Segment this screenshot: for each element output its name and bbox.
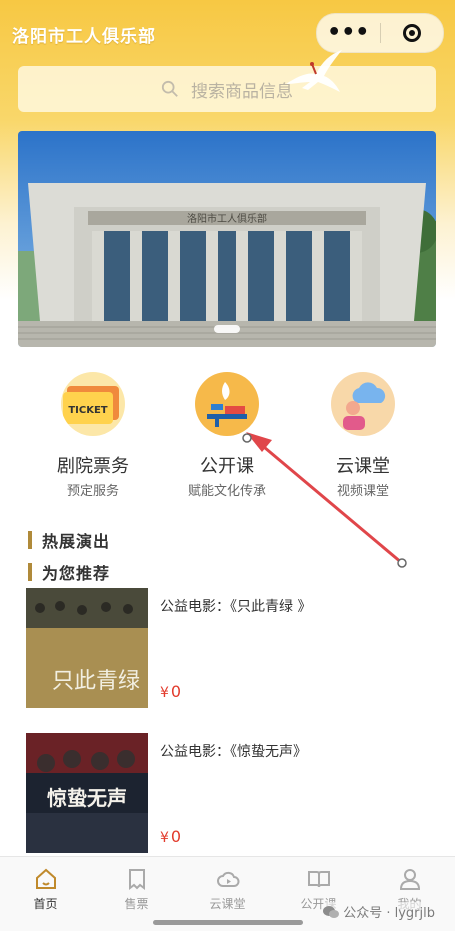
lamp-book-icon	[195, 372, 259, 436]
item-title: 公益电影：《只此青绿 》	[160, 599, 312, 615]
wechat-watermark: 公众号 · lygrjlb	[323, 902, 435, 921]
price-symbol: ¥	[160, 830, 169, 846]
section-recommend: 为您推荐	[28, 560, 110, 584]
crane-decoration-icon	[286, 50, 342, 92]
section-hot-shows: 热展演出	[28, 528, 110, 552]
tab-label: 首页	[33, 897, 58, 911]
app-title: 洛阳市工人俱乐部	[12, 27, 156, 47]
ticket-badge-text: TICKET	[68, 405, 107, 416]
watermark-text: 公众号 · lygrjlb	[343, 906, 435, 921]
cloud-class-icon	[331, 372, 395, 436]
category-subtitle: 赋能文化传承	[187, 484, 266, 499]
banner-image: 洛阳市工人俱乐部	[18, 131, 436, 347]
category-theater-tickets[interactable]: TICKET 剧院票务 预定服务	[18, 372, 168, 499]
category-label: 剧院票务	[57, 456, 129, 477]
close-icon	[402, 24, 421, 42]
section-title: 为您推荐	[42, 564, 111, 583]
banner-carousel[interactable]: 洛阳市工人俱乐部	[18, 131, 436, 347]
list-item[interactable]: 惊蛰无声 公益电影：《惊蛰无声》 ¥0	[26, 733, 436, 853]
search-icon	[161, 80, 178, 97]
home-indicator	[153, 920, 303, 925]
item-price: ¥0	[160, 827, 181, 846]
tab-home[interactable]: 首页	[0, 857, 91, 931]
poster-image: 只此青绿	[26, 588, 148, 708]
poster-title-text: 惊蛰无声	[47, 786, 127, 810]
category-subtitle: 预定服务	[66, 484, 119, 499]
book-icon	[307, 871, 330, 888]
category-subtitle: 视频课堂	[336, 484, 389, 499]
category-label: 云课堂	[336, 456, 390, 477]
tab-label: 售票	[124, 897, 149, 911]
item-title: 公益电影：《惊蛰无声》	[160, 744, 307, 760]
price-value: 0	[170, 827, 182, 846]
poster-image: 惊蛰无声	[26, 733, 148, 853]
tab-label: 云课堂	[209, 897, 246, 911]
user-icon	[399, 869, 420, 890]
cloud-icon	[216, 871, 239, 887]
section-title: 热展演出	[42, 532, 111, 551]
category-cloud-class[interactable]: 云课堂 视频课堂	[288, 372, 438, 499]
price-symbol: ¥	[160, 685, 169, 701]
poster-title-text: 只此青绿	[52, 669, 140, 694]
carousel-indicator[interactable]	[214, 325, 240, 333]
home-icon	[35, 868, 56, 889]
list-item[interactable]: 只此青绿 公益电影：《只此青绿 》 ¥0	[26, 588, 436, 708]
category-open-course[interactable]: 公开课 赋能文化传承	[152, 372, 302, 499]
building-sign: 洛阳市工人俱乐部	[187, 212, 267, 225]
section-bar	[28, 531, 32, 549]
price-value: 0	[170, 682, 182, 701]
search-bar[interactable]: 搜索商品信息	[18, 66, 436, 112]
ticket-tab-icon	[128, 869, 145, 890]
wechat-icon	[323, 905, 340, 918]
ticket-icon: TICKET	[61, 372, 125, 436]
section-bar	[28, 563, 32, 581]
item-price: ¥0	[160, 682, 181, 701]
category-label: 公开课	[200, 456, 254, 477]
close-button[interactable]	[381, 24, 444, 42]
